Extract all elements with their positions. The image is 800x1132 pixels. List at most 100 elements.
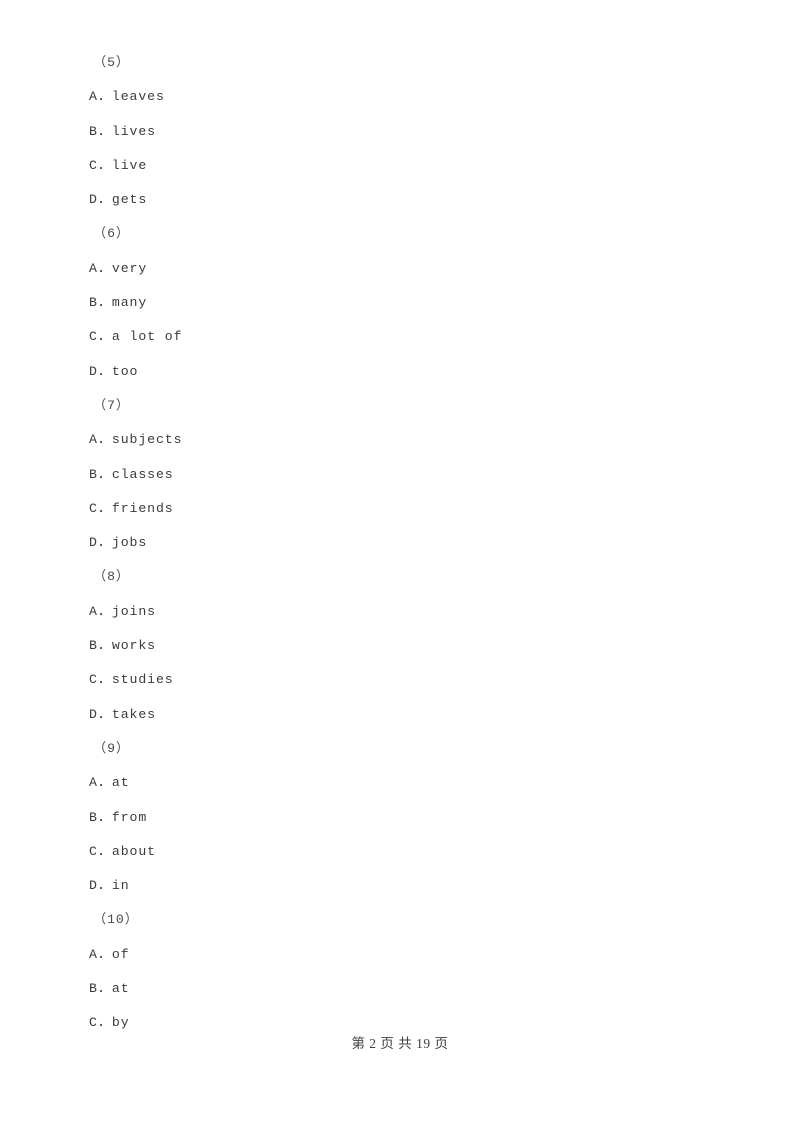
option-separator: ． xyxy=(97,638,112,654)
option-text: friends xyxy=(111,500,174,516)
option-letter: C xyxy=(89,500,98,516)
option-text: takes xyxy=(111,706,156,722)
option-separator: ． xyxy=(97,775,112,791)
option-letter: B xyxy=(89,466,98,482)
page-footer: 第 2 页 共 19 页 xyxy=(351,1036,449,1051)
option-text: about xyxy=(111,843,156,859)
answer-option[interactable]: B．classes xyxy=(0,458,800,492)
option-text: jobs xyxy=(111,535,148,551)
answer-option[interactable]: C．a lot of xyxy=(0,320,800,354)
answer-option[interactable]: D．jobs xyxy=(0,526,800,560)
question-number: （6） xyxy=(93,226,130,242)
option-separator: ． xyxy=(97,878,112,894)
option-separator: ． xyxy=(97,706,112,722)
option-text: very xyxy=(111,260,148,276)
option-text: at xyxy=(111,981,130,997)
option-separator: ． xyxy=(97,192,112,208)
answer-option[interactable]: A．at xyxy=(0,766,800,800)
option-text: many xyxy=(111,295,148,311)
option-text: subjects xyxy=(111,432,183,448)
answer-option[interactable]: C．friends xyxy=(0,492,800,526)
option-letter: A xyxy=(89,432,98,448)
option-letter: A xyxy=(89,775,98,791)
answer-option[interactable]: C．about xyxy=(0,835,800,869)
answer-option[interactable]: D．in xyxy=(0,869,800,903)
option-letter: A xyxy=(89,603,98,619)
option-text: in xyxy=(111,878,130,894)
question-list: （5） A．leaves B．lives C．live D．gets （6） A．very B… xyxy=(0,46,800,1041)
option-text: classes xyxy=(111,466,174,482)
option-letter: B xyxy=(89,981,98,997)
option-separator: ． xyxy=(97,363,112,379)
option-separator: ． xyxy=(97,843,112,859)
option-letter: B xyxy=(89,638,98,654)
answer-option[interactable]: A．very xyxy=(0,252,800,286)
option-separator: ． xyxy=(97,89,112,105)
answer-option[interactable]: B．from xyxy=(0,801,800,835)
option-letter: C xyxy=(89,329,98,345)
option-letter: B xyxy=(89,295,98,311)
option-letter: D xyxy=(89,878,98,894)
answer-option[interactable]: A．subjects xyxy=(0,423,800,457)
option-separator: ． xyxy=(97,329,112,345)
option-separator: ． xyxy=(97,981,112,997)
option-letter: C xyxy=(89,672,98,688)
answer-option[interactable]: A．leaves xyxy=(0,80,800,114)
option-text: lives xyxy=(111,123,156,139)
answer-option[interactable]: C．live xyxy=(0,149,800,183)
option-letter: A xyxy=(89,260,98,276)
option-text: works xyxy=(111,638,156,654)
answer-option[interactable]: B．lives xyxy=(0,115,800,149)
answer-option[interactable]: D．takes xyxy=(0,698,800,732)
page-content: （5） A．leaves B．lives C．live D．gets （6） A．very B… xyxy=(0,0,800,1041)
answer-option[interactable]: B．works xyxy=(0,629,800,663)
option-text: leaves xyxy=(111,89,165,105)
option-separator: ． xyxy=(97,1015,112,1031)
option-letter: C xyxy=(89,157,98,173)
option-letter: A xyxy=(89,89,98,105)
option-separator: ． xyxy=(97,157,112,173)
option-separator: ． xyxy=(97,603,112,619)
option-separator: ． xyxy=(97,295,112,311)
option-letter: A xyxy=(89,946,98,962)
option-text: at xyxy=(111,775,130,791)
question-number: （7） xyxy=(93,397,130,413)
option-separator: ． xyxy=(97,466,112,482)
option-text: joins xyxy=(111,603,156,619)
answer-option[interactable]: A．of xyxy=(0,938,800,972)
option-separator: ． xyxy=(97,432,112,448)
option-letter: D xyxy=(89,535,98,551)
top-margin-spacer xyxy=(0,0,800,46)
option-text: studies xyxy=(111,672,174,688)
option-separator: ． xyxy=(97,260,112,276)
option-separator: ． xyxy=(97,535,112,551)
option-separator: ． xyxy=(97,672,112,688)
option-letter: C xyxy=(89,843,98,859)
option-text: from xyxy=(111,809,148,825)
option-letter: B xyxy=(89,123,98,139)
question-number: （10） xyxy=(93,912,139,928)
document-page: （5） A．leaves B．lives C．live D．gets （6） A．very B… xyxy=(0,0,800,1132)
option-separator: ． xyxy=(97,946,112,962)
option-separator: ． xyxy=(97,500,112,516)
option-text: gets xyxy=(111,192,148,208)
option-text: of xyxy=(111,946,130,962)
question-number: （5） xyxy=(93,55,130,70)
answer-option[interactable]: D．gets xyxy=(0,183,800,217)
option-letter: D xyxy=(89,363,98,379)
option-text: by xyxy=(111,1015,130,1031)
option-letter: D xyxy=(89,706,98,722)
answer-option[interactable]: A．joins xyxy=(0,595,800,629)
option-text: a lot of xyxy=(111,329,183,345)
option-letter: D xyxy=(89,192,98,208)
question-number: （9） xyxy=(93,740,130,756)
answer-option[interactable]: D．too xyxy=(0,355,800,389)
option-letter: B xyxy=(89,809,98,825)
option-text: live xyxy=(111,157,148,173)
answer-option[interactable]: C．studies xyxy=(0,663,800,697)
answer-option[interactable]: B．many xyxy=(0,286,800,320)
answer-option[interactable]: B．at xyxy=(0,972,800,1006)
option-separator: ． xyxy=(97,809,112,825)
option-letter: C xyxy=(89,1015,98,1031)
option-separator: ． xyxy=(97,123,112,139)
